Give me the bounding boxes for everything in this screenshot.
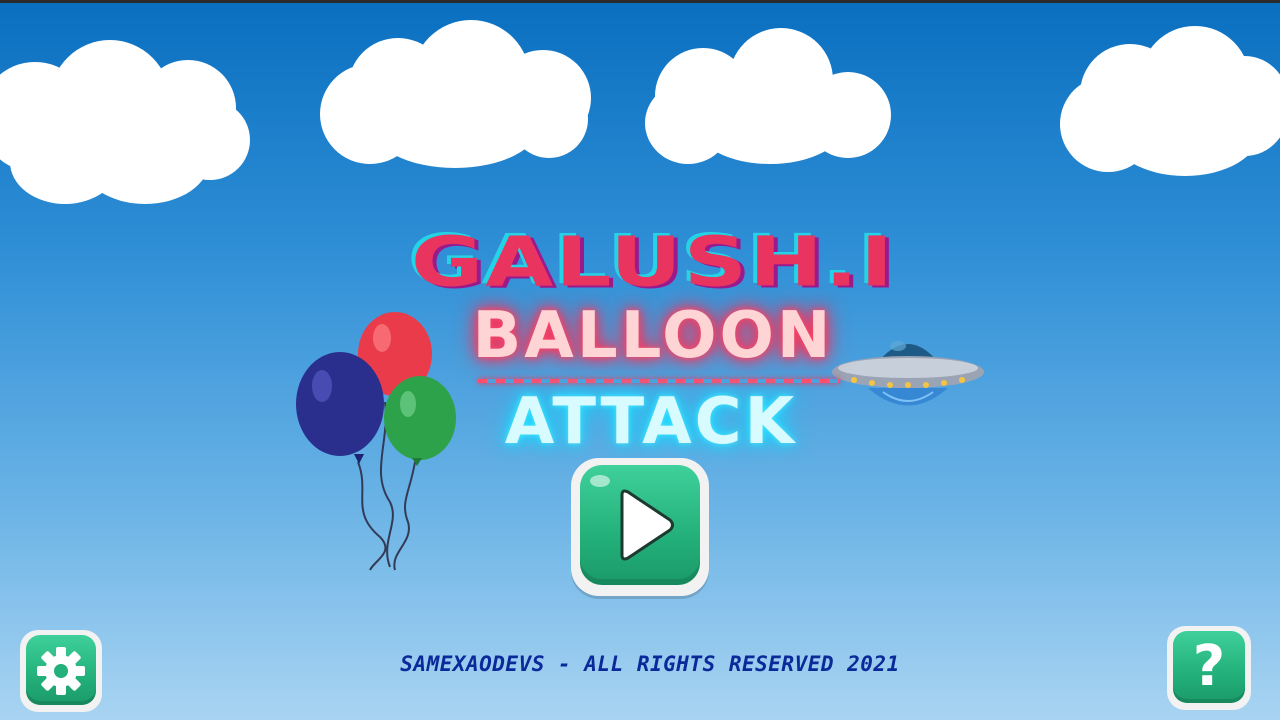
help-button-face: ? [1173,631,1245,703]
window-top-edge [0,0,1280,3]
help-button[interactable]: ? [1167,626,1251,710]
cloud-3 [645,28,891,164]
copyright-text: SAMEXAODEVS - ALL RIGHTS RESERVED 2021 [400,652,900,676]
play-icon [590,475,674,561]
gear-icon [37,647,85,695]
game-title-galushi: GALUSH.I [411,221,895,302]
settings-button[interactable] [20,630,102,712]
blue-balloon [296,352,384,464]
game-title-attack: ATTACK [504,385,798,459]
question-mark-icon: ? [1192,634,1226,699]
title-divider [478,379,840,383]
play-button[interactable] [571,458,709,596]
cloud-4 [1060,26,1280,176]
settings-button-face [26,635,96,705]
cloud-1 [0,40,252,206]
balloons-illustration [296,312,456,571]
game-title-balloon: BALLOON [472,299,834,373]
cloud-2 [320,20,591,168]
green-balloon [384,376,456,466]
play-button-face [580,465,700,585]
